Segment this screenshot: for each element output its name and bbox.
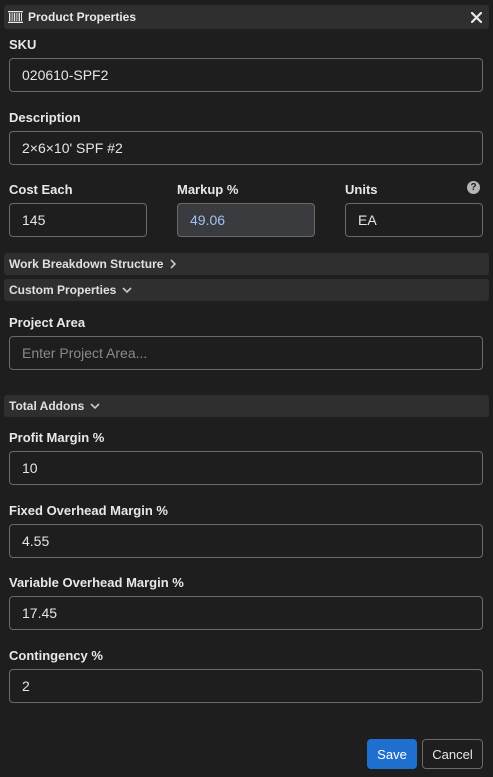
markup-input — [177, 203, 315, 237]
section-label: Custom Properties — [9, 283, 117, 297]
units-label: Units — [345, 182, 378, 197]
chevron-down-icon — [122, 285, 132, 295]
project-area-input[interactable] — [9, 336, 483, 370]
cost-each-input[interactable] — [9, 203, 147, 237]
variable-overhead-input[interactable] — [9, 596, 483, 630]
section-label: Work Breakdown Structure — [9, 257, 164, 271]
profit-margin-input[interactable] — [9, 451, 483, 485]
barcode-icon — [8, 10, 24, 24]
units-input[interactable] — [345, 203, 483, 237]
description-label: Description — [9, 110, 81, 125]
save-button[interactable]: Save — [367, 739, 417, 769]
sku-label: SKU — [9, 37, 37, 52]
variable-overhead-label: Variable Overhead Margin % — [9, 575, 184, 590]
contingency-label: Contingency % — [9, 648, 103, 663]
markup-label: Markup % — [177, 182, 239, 197]
project-area-label: Project Area — [9, 315, 86, 330]
description-input[interactable] — [9, 131, 483, 165]
question-circle-icon[interactable]: ? — [467, 181, 480, 194]
section-work-breakdown-structure[interactable]: Work Breakdown Structure — [4, 253, 489, 275]
chevron-down-icon — [90, 401, 100, 411]
fixed-overhead-input[interactable] — [9, 524, 483, 558]
sku-input[interactable] — [9, 58, 483, 92]
cancel-button[interactable]: Cancel — [422, 739, 483, 769]
section-label: Total Addons — [9, 399, 85, 413]
chevron-right-icon — [169, 259, 179, 269]
section-total-addons[interactable]: Total Addons — [4, 395, 489, 417]
cost-each-label: Cost Each — [9, 182, 73, 197]
fixed-overhead-label: Fixed Overhead Margin % — [9, 503, 168, 518]
section-custom-properties[interactable]: Custom Properties — [4, 279, 489, 301]
contingency-input[interactable] — [9, 669, 483, 703]
dialog-title-bar: Product Properties — [4, 5, 489, 29]
profit-margin-label: Profit Margin % — [9, 430, 105, 445]
dialog-title: Product Properties — [28, 10, 137, 24]
close-icon[interactable] — [468, 9, 484, 25]
